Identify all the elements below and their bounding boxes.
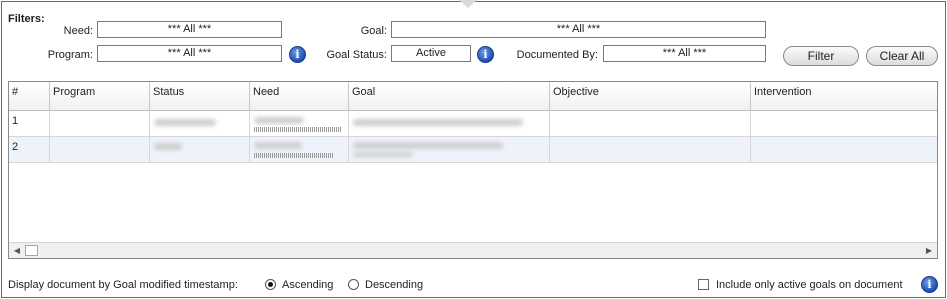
column-header-program[interactable]: Program (50, 82, 150, 111)
horizontal-scrollbar[interactable]: ◀ ▶ (9, 242, 937, 258)
intervention-cell (751, 111, 937, 137)
filter-button[interactable]: Filter (783, 46, 859, 66)
table-row[interactable]: 2 (9, 137, 937, 163)
status-cell (150, 111, 250, 137)
program-label: Program: (47, 49, 93, 61)
table-row[interactable]: 1 (9, 111, 937, 137)
ascending-radio[interactable] (265, 279, 276, 290)
objective-cell (550, 137, 751, 163)
program-info-icon[interactable]: i (289, 46, 306, 63)
descending-radio[interactable] (348, 279, 359, 290)
column-header-number[interactable]: # (9, 82, 50, 111)
scroll-left-icon[interactable]: ◀ (9, 243, 25, 258)
column-header-need[interactable]: Need (250, 82, 349, 111)
scroll-right-icon[interactable]: ▶ (921, 243, 937, 258)
active-only-info-icon[interactable]: i (921, 276, 938, 293)
redacted-text (254, 142, 302, 149)
intervention-cell (751, 137, 937, 163)
status-cell (150, 137, 250, 163)
program-field[interactable]: *** All *** (97, 45, 282, 62)
ascending-label[interactable]: Ascending (282, 279, 333, 291)
filters-heading: Filters: (8, 13, 45, 25)
need-label: Need: (63, 25, 93, 37)
redacted-text (254, 117, 304, 124)
need-cell (250, 111, 349, 137)
panel-notch (459, 0, 477, 8)
column-header-goal[interactable]: Goal (349, 82, 550, 111)
redacted-text (353, 119, 523, 126)
program-cell (50, 111, 150, 137)
redacted-underline (254, 127, 342, 132)
redacted-text (154, 143, 182, 150)
goals-grid: # Program Status Need Goal Objective Int… (8, 81, 938, 259)
goal-status-field[interactable]: Active (391, 45, 471, 62)
active-only-label[interactable]: Include only active goals on document (716, 279, 903, 291)
redacted-text (154, 119, 216, 126)
column-header-objective[interactable]: Objective (550, 82, 751, 111)
program-cell (50, 137, 150, 163)
redacted-underline (254, 153, 334, 158)
redacted-text (353, 152, 413, 157)
scroll-thumb[interactable] (25, 245, 38, 256)
documented-by-label: Documented By: (516, 49, 598, 61)
need-field[interactable]: *** All *** (97, 21, 282, 38)
column-header-intervention[interactable]: Intervention (751, 82, 937, 111)
goal-label: Goal: (360, 25, 387, 37)
row-number: 1 (9, 111, 50, 137)
active-only-checkbox[interactable] (698, 279, 709, 290)
row-number: 2 (9, 137, 50, 163)
descending-label[interactable]: Descending (365, 279, 423, 291)
need-cell (250, 137, 349, 163)
redacted-text (353, 142, 503, 149)
column-header-status[interactable]: Status (150, 82, 250, 111)
goal-status-label: Goal Status: (326, 49, 387, 61)
clear-all-button[interactable]: Clear All (866, 46, 938, 66)
objective-cell (550, 111, 751, 137)
sort-order-label: Display document by Goal modified timest… (8, 279, 238, 291)
grid-header: # Program Status Need Goal Objective Int… (9, 82, 937, 111)
goal-cell (349, 137, 550, 163)
goal-status-info-icon[interactable]: i (477, 46, 494, 63)
documented-by-field[interactable]: *** All *** (603, 45, 766, 62)
goal-cell (349, 111, 550, 137)
goal-field[interactable]: *** All *** (391, 21, 766, 38)
